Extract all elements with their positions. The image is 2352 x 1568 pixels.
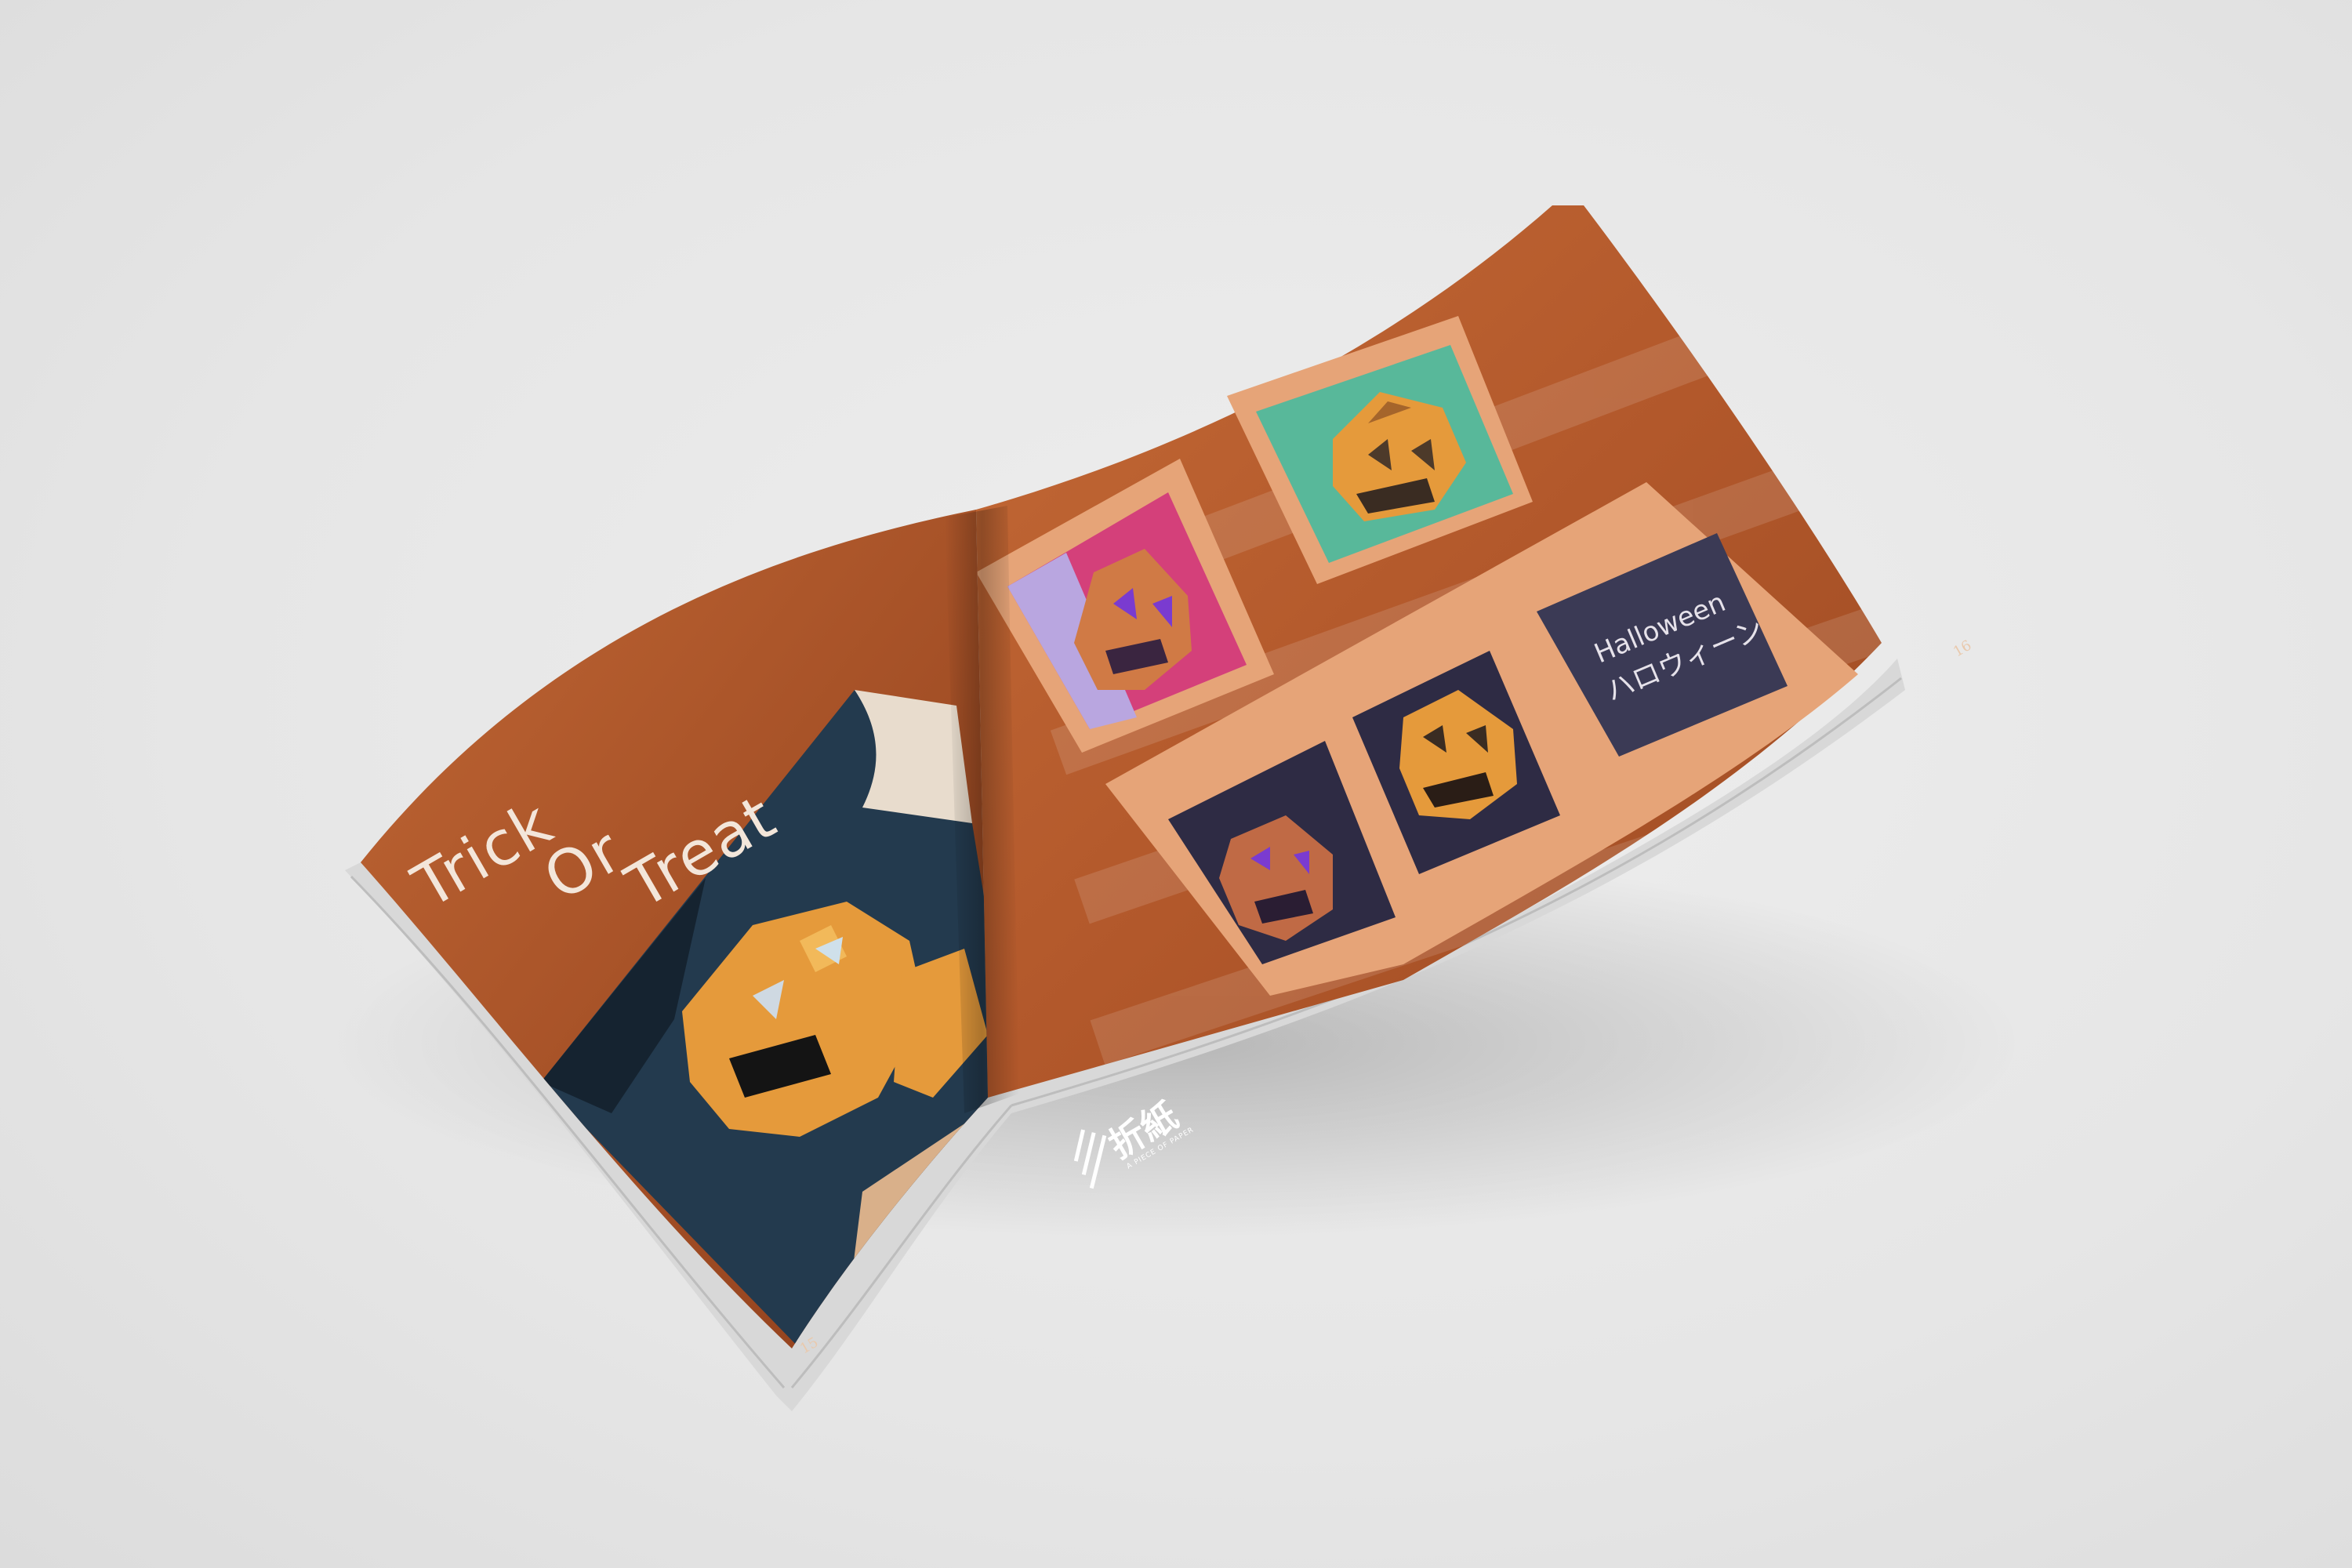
brochure-mockup: Halloween ハロウィーン 16 Trick Or Treat 折紙 A … — [329, 205, 2023, 1411]
page-number-right: 16 — [1951, 637, 1974, 661]
